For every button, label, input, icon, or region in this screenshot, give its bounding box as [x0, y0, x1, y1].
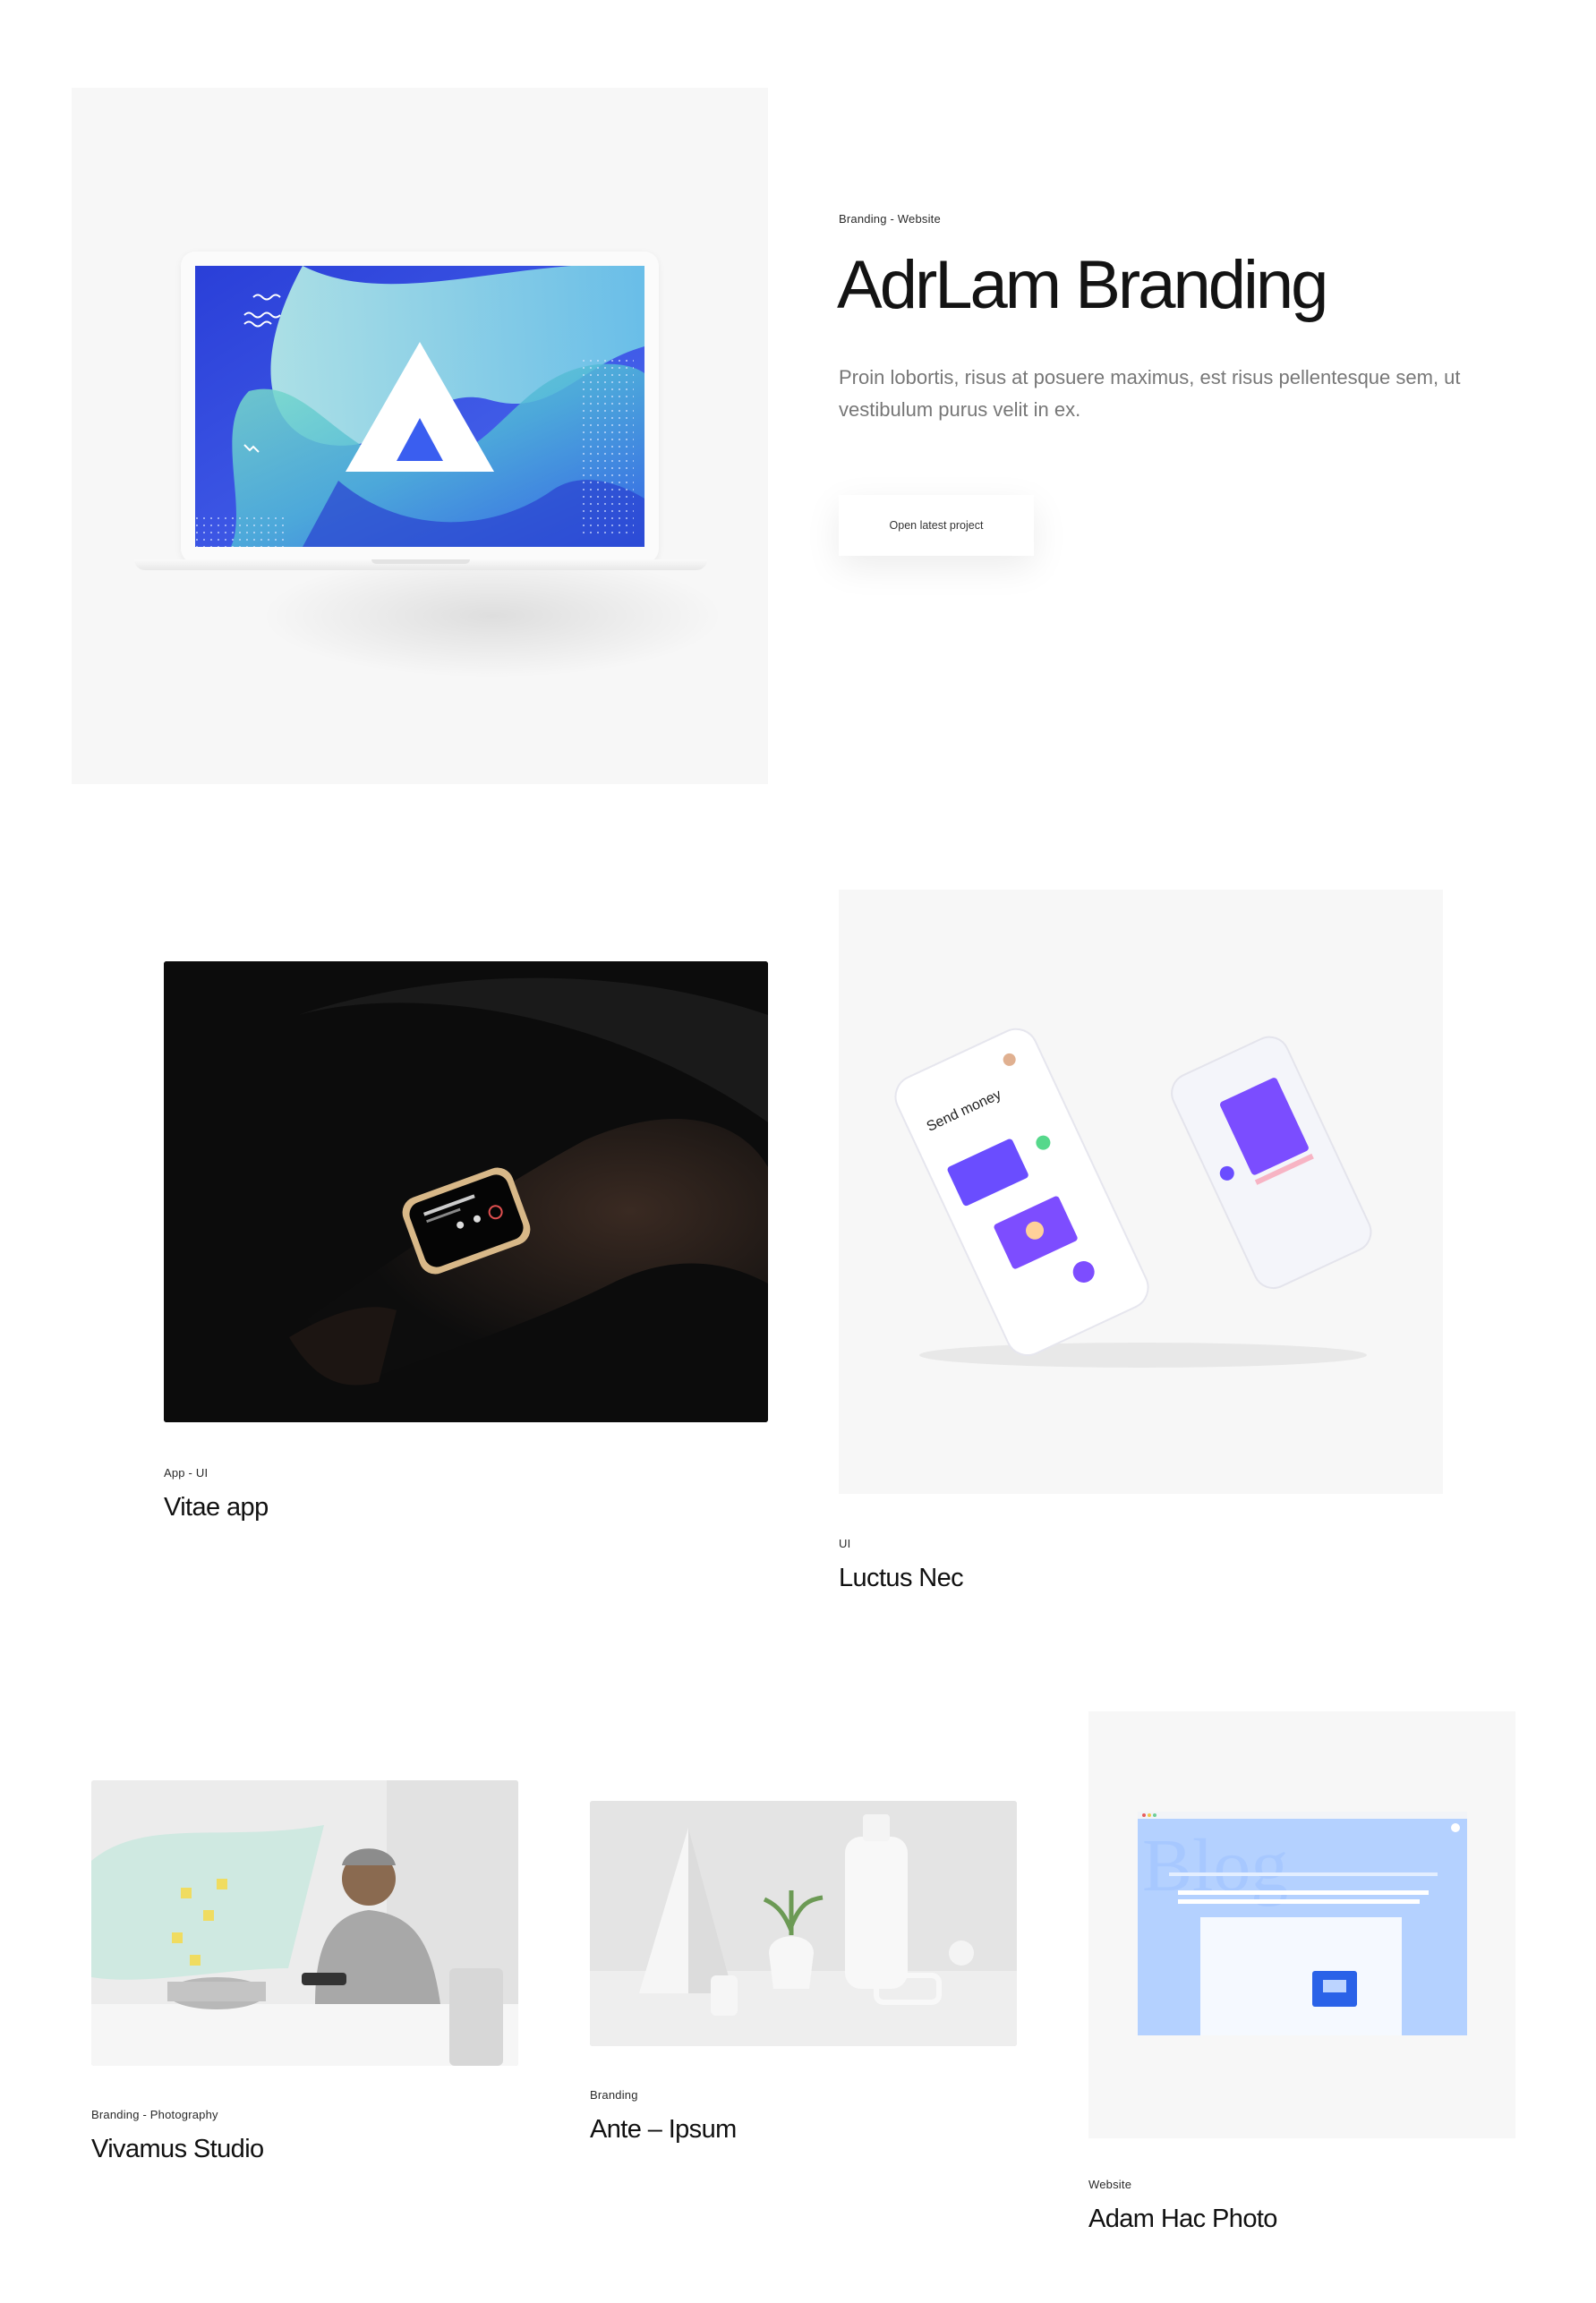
hero-title[interactable]: AdrLam Branding [837, 246, 1328, 324]
open-latest-project-button[interactable]: Open latest project [839, 495, 1034, 556]
project-title[interactable]: Adam Hac Photo [1088, 2205, 1277, 2234]
project-category: Branding [590, 2088, 638, 2102]
hero-category: Branding - Website [839, 212, 941, 226]
studio-photo [91, 1780, 518, 2066]
hero-description: Proin lobortis, risus at posuere maximus… [839, 366, 1461, 421]
laptop-mockup [181, 252, 659, 563]
still-life-photo [590, 1801, 1017, 2046]
laptop-screen [195, 266, 644, 547]
laptop-shadow [260, 553, 725, 678]
project-title[interactable]: Ante – Ipsum [590, 2115, 737, 2145]
project-title[interactable]: Vivamus Studio [91, 2135, 264, 2164]
vitae-app-image[interactable] [164, 961, 768, 1422]
adam-hac-photo-image[interactable]: Blog [1088, 1711, 1515, 2138]
phone-mockups: Send money [894, 1028, 1372, 1368]
project-category: Branding - Photography [91, 2108, 218, 2121]
blog-heading-word: Blog [1142, 1824, 1288, 1907]
project-title[interactable]: Luctus Nec [839, 1564, 964, 1593]
laptop-notch [371, 559, 470, 564]
ante-ipsum-image[interactable] [590, 1801, 1017, 2046]
project-title[interactable]: Vitae app [164, 1493, 269, 1523]
luctus-nec-image[interactable]: Send money [839, 890, 1443, 1494]
project-category: Website [1088, 2178, 1132, 2191]
vivamus-studio-image[interactable] [91, 1780, 518, 2066]
smartwatch-photo [164, 961, 768, 1422]
project-category: App - UI [164, 1466, 209, 1480]
hero-project-image[interactable] [72, 88, 768, 784]
blog-website-mockup: Blog [1138, 1812, 1467, 2035]
abstract-brand-artwork [195, 266, 644, 547]
project-category: UI [839, 1537, 851, 1550]
